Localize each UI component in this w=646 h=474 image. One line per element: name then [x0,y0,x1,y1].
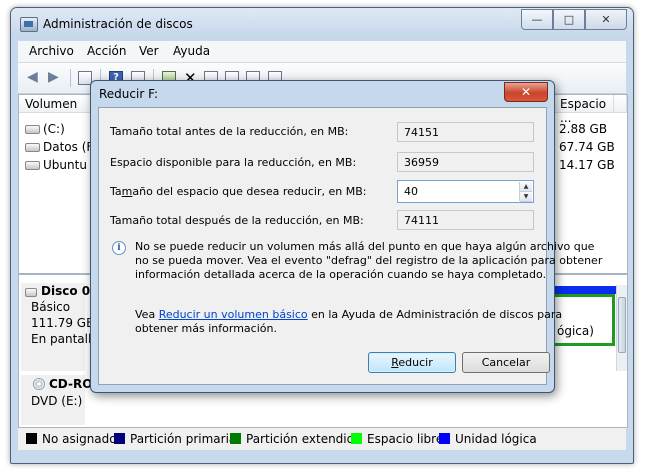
disk-0-type: Básico [31,300,71,314]
legend-swatch-unallocated [26,433,37,444]
info-text-line: información detallada acerca de la opera… [135,268,547,281]
forward-arrow-icon[interactable]: ▶ [48,70,62,84]
shrink-dialog: Reducir F: ✕ Tamaño total antes de la re… [90,80,602,393]
legend-swatch-extended [230,433,241,444]
toolbar-separator [70,69,71,87]
volume-size: 14.17 GB [559,158,615,172]
disk-management-icon [20,17,38,32]
minimize-icon: — [531,13,543,26]
disk-0-size: 111.79 GB [31,316,95,330]
help-prefix: Vea [135,308,156,321]
legend-primary: Partición primaria [130,432,237,446]
disk-0-status: En pantalla [31,332,99,346]
volume-label: (C:) [43,122,65,136]
title-bar: Administración de discos — □ ✕ [11,8,633,39]
maximize-button[interactable]: □ [553,9,585,30]
volume-row[interactable]: (C:) [25,122,65,136]
info-icon: i [112,241,126,255]
help-text: Vea Reducir un volumen básico en la Ayud… [135,308,562,321]
drive-icon [25,161,40,170]
column-volume[interactable]: Volumen [19,95,91,113]
legend-swatch-logical [439,433,450,444]
volume-label: Ubuntu ( [43,158,96,172]
column-capacity[interactable]: Espacio ... [554,95,614,125]
vertical-scrollbar[interactable] [616,285,627,371]
close-button[interactable]: ✕ [585,9,627,30]
spin-up-icon[interactable]: ▲ [520,182,532,192]
total-after-label: Tamaño total después de la reducción, en… [110,214,364,227]
cancel-button[interactable]: Cancelar [462,352,550,373]
maximize-icon: □ [563,13,575,26]
total-before-label: Tamaño total antes de la reducción, en M… [110,125,349,138]
disk-0-name: Disco 0 [41,284,91,298]
window-title: Administración de discos [43,17,193,31]
spin-down-icon[interactable]: ▼ [520,192,532,202]
close-icon: ✕ [520,85,532,99]
legend-swatch-primary [114,433,125,444]
volume-size: 2.88 GB [559,122,608,136]
menu-bar: Archivo Acción Ver Ayuda [18,41,626,63]
back-arrow-icon[interactable]: ◀ [27,70,41,84]
drive-icon [25,143,40,152]
volume-row[interactable]: Ubuntu ( [25,158,95,172]
dialog-close-button[interactable]: ✕ [504,82,548,102]
shrink-amount-value: 40 [404,185,418,198]
dialog-body: Tamaño total antes de la reducción, en M… [98,107,602,385]
menu-accion[interactable]: Acción [87,44,126,58]
dialog-title: Reducir F: [99,87,159,101]
close-icon: ✕ [601,13,611,26]
menu-ayuda[interactable]: Ayuda [173,44,210,58]
cd-rom-icon [33,378,45,390]
shrink-amount-label: Tamaño del espacio que desea reducir, en… [110,185,367,198]
cdrom-type: DVD (E:) [31,394,83,408]
menu-archivo[interactable]: Archivo [29,44,74,58]
available-field: 36959 [397,152,534,172]
legend-bar: No asignado Partición primaria Partición… [18,428,626,450]
column-extra[interactable] [614,95,627,113]
total-after-field: 74111 [397,210,534,230]
legend-logical: Unidad lógica [455,432,537,446]
help-suffix: en la Ayuda de Administración de discos … [311,308,563,321]
legend-unallocated: No asignado [42,432,117,446]
scrollbar-thumb[interactable] [618,297,626,353]
total-before-field: 74151 [397,122,534,142]
info-text-line: no se pueda mover. Vea el evento "defrag… [135,254,603,267]
spin-buttons: ▲ ▼ [519,182,532,202]
caption-buttons: — □ ✕ [521,9,627,30]
legend-free: Espacio libre [367,432,444,446]
menu-ver[interactable]: Ver [139,44,159,58]
available-label: Espacio disponible para la reducción, en… [110,156,357,169]
minimize-button[interactable]: — [521,9,553,30]
help-link[interactable]: Reducir un volumen básico [159,308,308,321]
help-text-line2: obtener más información. [135,322,277,335]
drive-icon [25,125,40,134]
info-text-line: No se puede reducir un volumen más allá … [135,240,595,253]
shrink-amount-input[interactable]: 40 ▲ ▼ [397,180,534,203]
logical-drive-strip[interactable] [551,286,617,294]
disk-icon [25,288,37,297]
logical-drive-label: ógica) [557,324,594,338]
legend-swatch-free [351,433,362,444]
reduce-button[interactable]: Reducir [368,352,456,373]
legend-extended: Partición extendida [246,432,362,446]
volume-size: 67.74 GB [559,140,615,154]
